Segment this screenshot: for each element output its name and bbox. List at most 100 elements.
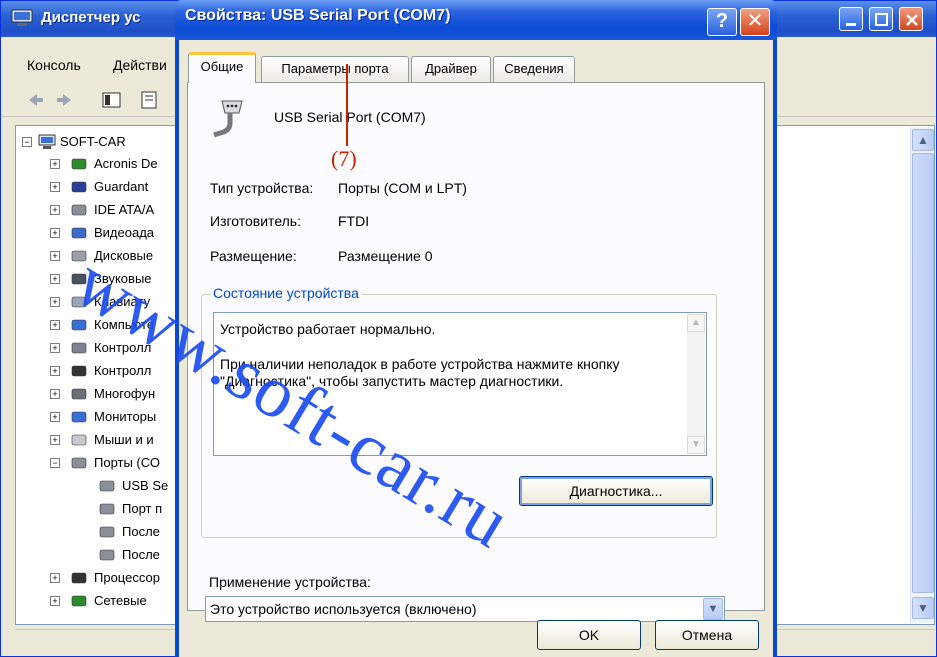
expand-icon[interactable]: +: [50, 412, 60, 422]
diagnostics-button[interactable]: Диагностика...: [519, 476, 713, 506]
network-icon: [71, 595, 87, 607]
ok-button[interactable]: OK: [537, 620, 641, 650]
chevron-down-icon[interactable]: ▼: [703, 598, 723, 620]
tree-item-label: Контролл: [94, 363, 152, 378]
expand-icon[interactable]: +: [50, 366, 60, 376]
expand-icon[interactable]: +: [50, 343, 60, 353]
menu-action[interactable]: Действи: [113, 57, 167, 73]
status-scroll-down-icon[interactable]: ▼: [687, 436, 705, 454]
status-line-ok: Устройство работает нормально.: [220, 321, 436, 337]
status-scrollbar[interactable]: ▲ ▼: [687, 314, 705, 454]
usb-icon: [71, 365, 87, 377]
scroll-up-icon[interactable]: ▲: [912, 129, 934, 151]
device-status-title: Состояние устройства: [210, 285, 362, 301]
manufacturer-value: FTDI: [338, 213, 370, 229]
expand-icon[interactable]: +: [50, 320, 60, 330]
annotation-label: (7): [331, 146, 357, 171]
tree-item-label: Мыши и и: [94, 432, 154, 447]
display-adapter-icon: [71, 227, 87, 239]
maximize-icon[interactable]: [869, 7, 893, 31]
expand-icon[interactable]: +: [50, 435, 60, 445]
tree-item-label: Сетевые: [94, 593, 147, 608]
scroll-down-icon[interactable]: ▼: [912, 597, 934, 619]
expand-icon[interactable]: +: [50, 182, 60, 192]
device-manager-title: Диспетчер ус: [41, 9, 141, 26]
disk-drive-icon: [71, 250, 87, 262]
tab-general[interactable]: Общие: [188, 52, 256, 83]
cancel-button[interactable]: Отмена: [655, 620, 759, 650]
sound-icon: [71, 273, 87, 285]
tab-port-settings[interactable]: Параметры порта: [261, 56, 409, 82]
port-icon: [99, 549, 115, 561]
dialog-titlebar[interactable]: Свойства: USB Serial Port (COM7) ? ✕: [175, 0, 777, 40]
port-icon: [99, 480, 115, 492]
dialog-title: Свойства: USB Serial Port (COM7): [185, 7, 451, 24]
expand-icon[interactable]: +: [50, 274, 60, 284]
tree-item-label: Звуковые: [94, 271, 152, 286]
collapse-icon[interactable]: −: [22, 137, 32, 147]
tab-details[interactable]: Сведения: [493, 56, 575, 82]
device-usage-label: Применение устройства:: [209, 574, 371, 590]
tree-item-label: USB Se: [122, 478, 169, 493]
device-type-label: Тип устройства:: [210, 180, 314, 196]
serial-port-icon: [213, 100, 243, 138]
minimize-icon[interactable]: [839, 7, 863, 31]
chip-icon: [71, 158, 87, 170]
port-icon: [99, 503, 115, 515]
close-icon[interactable]: [899, 7, 923, 31]
tree-item-label: Мониторы: [94, 409, 157, 424]
placement-value: Размещение 0: [338, 248, 433, 264]
device-usage-value: Это устройство используется (включено): [210, 601, 477, 617]
tree-item-label: Guardant: [94, 179, 149, 194]
tree-item-label: Порт п: [122, 501, 163, 516]
tree-item-label: Клавиату: [94, 294, 151, 309]
device-usage-select[interactable]: Это устройство используется (включено) ▼: [205, 596, 725, 622]
expand-icon[interactable]: +: [50, 251, 60, 261]
expand-icon[interactable]: +: [50, 573, 60, 583]
properties-icon[interactable]: [139, 90, 161, 110]
status-scroll-up-icon[interactable]: ▲: [687, 314, 705, 332]
status-line-help: При наличии неполадок в работе устройств…: [220, 356, 620, 389]
device-manager-icon: [11, 9, 33, 26]
tree-scrollbar[interactable]: ▲ ▼: [910, 127, 934, 623]
tree-item-label: Процессор: [94, 570, 160, 585]
expand-icon[interactable]: +: [50, 596, 60, 606]
processor-icon: [71, 572, 87, 584]
manufacturer-label: Изготовитель:: [210, 213, 301, 229]
tree-item-label: После: [122, 547, 160, 562]
tree-item-label: После: [122, 524, 160, 539]
menu-console[interactable]: Консоль: [27, 57, 81, 73]
controller-icon: [71, 342, 87, 354]
tree-item-label: Порты (СО: [94, 455, 160, 470]
expand-icon[interactable]: +: [50, 297, 60, 307]
tree-item-label: Многофун: [94, 386, 156, 401]
mouse-icon: [71, 434, 87, 446]
tree-root-label: SOFT-CAR: [60, 134, 126, 149]
disk-controller-icon: [71, 204, 87, 216]
tree-item-label: Компьюте: [94, 317, 155, 332]
view-icon[interactable]: [101, 90, 123, 110]
port-icon: [71, 457, 87, 469]
forward-arrow-icon[interactable]: [53, 90, 75, 110]
help-icon[interactable]: ?: [707, 8, 737, 36]
expand-icon[interactable]: +: [50, 389, 60, 399]
tree-item-label: Видеоада: [94, 225, 155, 240]
tab-driver[interactable]: Драйвер: [411, 56, 491, 82]
keyboard-icon: [71, 296, 87, 308]
port-icon: [99, 526, 115, 538]
scroll-thumb[interactable]: [912, 153, 934, 593]
collapse-icon[interactable]: −: [50, 458, 60, 468]
back-arrow-icon[interactable]: [25, 90, 47, 110]
tree-item-label: IDE ATA/A: [94, 202, 155, 217]
expand-icon[interactable]: +: [50, 159, 60, 169]
tree-item-label: Дисковые: [94, 248, 154, 263]
annotation-pointer: [346, 64, 348, 146]
placement-label: Размещение:: [210, 248, 297, 264]
expand-icon[interactable]: +: [50, 228, 60, 238]
expand-icon[interactable]: +: [50, 205, 60, 215]
dialog-body: Общие Параметры порта Драйвер Сведения U…: [179, 40, 773, 657]
monitor-icon: [71, 411, 87, 423]
dialog-close-icon[interactable]: ✕: [740, 8, 770, 36]
computer-icon: [71, 319, 87, 331]
device-status-text: Устройство работает нормально. При налич…: [213, 312, 707, 456]
